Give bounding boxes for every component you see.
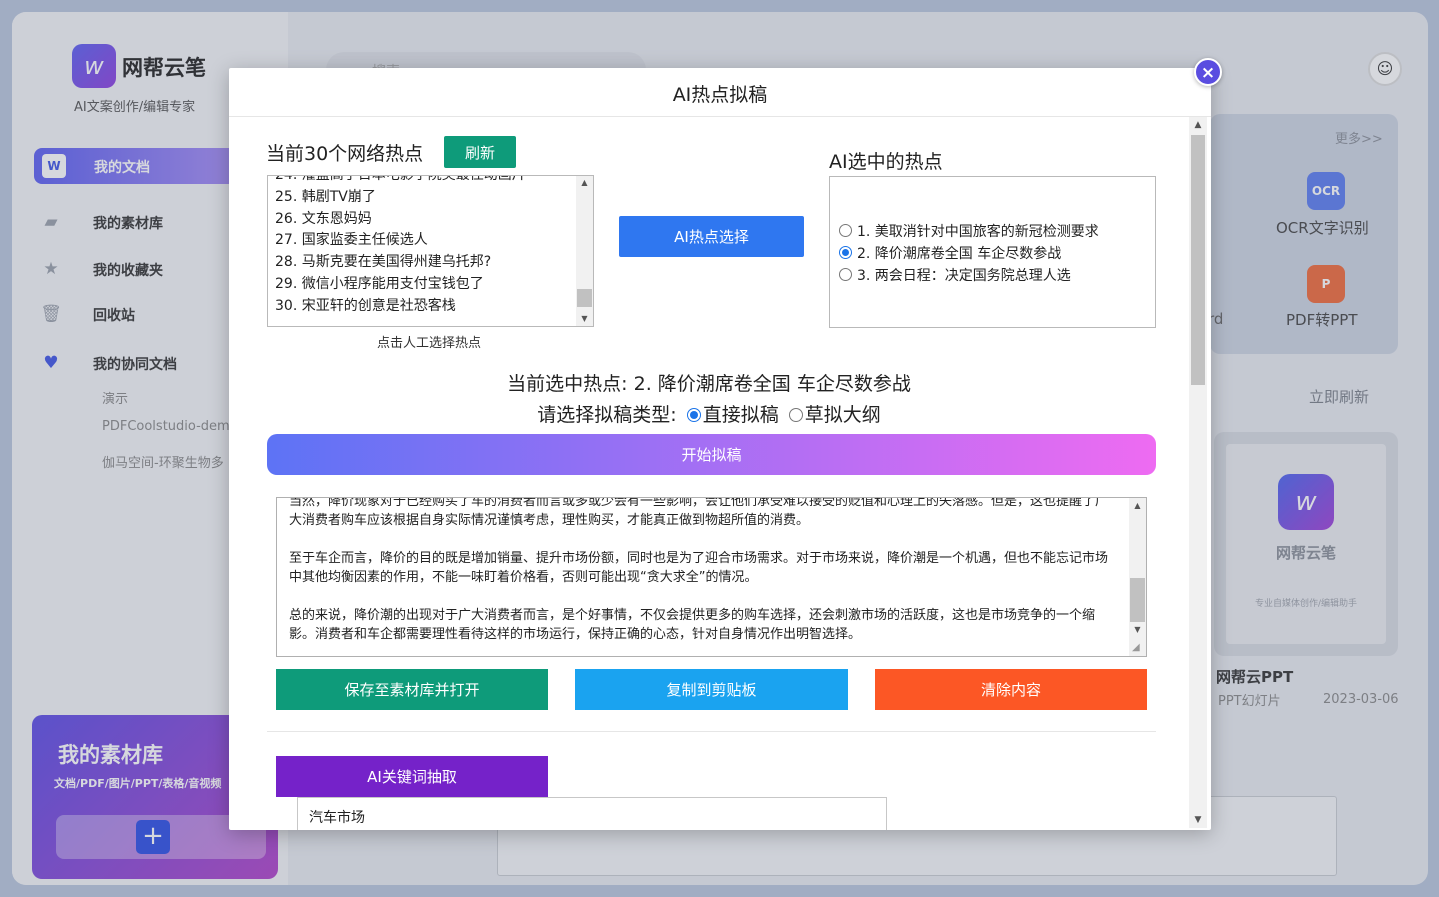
- scroll-up-icon[interactable]: ▲: [576, 176, 593, 190]
- radio-button[interactable]: [839, 224, 852, 237]
- scroll-down-icon[interactable]: ▼: [1189, 812, 1207, 828]
- list-item[interactable]: 26. 文东恩妈妈: [275, 209, 526, 231]
- keyword-output[interactable]: 汽车市场: [297, 797, 887, 830]
- ai-keyword-extract-button[interactable]: AI关键词抽取: [276, 756, 548, 797]
- keyword-value: 汽车市场: [309, 810, 365, 826]
- list-item[interactable]: 24. 灌篮高手日本电影学院奖最佳动画片: [275, 176, 526, 187]
- textarea-scrollbar[interactable]: ▲ ▼: [1129, 498, 1146, 656]
- draft-type-row: 请选择拟稿类型: 直接拟稿 草拟大纲: [229, 400, 1189, 427]
- scroll-up-icon[interactable]: ▲: [1189, 117, 1207, 133]
- refresh-button[interactable]: 刷新: [444, 136, 516, 168]
- output-paragraph: 当然，降价现象对于已经购买了车的消费者而言或多或少会有一些影响，会让他们承受难以…: [289, 497, 1109, 528]
- list-item[interactable]: 25. 韩剧TV崩了: [275, 187, 526, 209]
- dialog-scrollbar[interactable]: ▲ ▼: [1189, 117, 1207, 828]
- resize-handle-icon[interactable]: ◢: [1132, 642, 1144, 654]
- start-draft-button[interactable]: 开始拟稿: [267, 434, 1156, 475]
- scrollbar-thumb[interactable]: [577, 289, 592, 307]
- scroll-down-icon[interactable]: ▼: [1129, 622, 1146, 638]
- clear-content-button[interactable]: 清除内容: [875, 669, 1147, 710]
- radio-button[interactable]: [839, 268, 852, 281]
- radio-button[interactable]: [839, 246, 852, 259]
- current-hot-topic: 当前选中热点: 2. 降价潮席卷全国 车企尽数参战: [507, 373, 911, 395]
- draft-type-label: 请选择拟稿类型:: [537, 404, 677, 426]
- ai-selected-heading: AI选中的热点: [829, 151, 943, 173]
- output-paragraph: 至于车企而言，降价的目的既是增加销量、提升市场份额，同时也是为了迎合市场需求。对…: [289, 551, 1109, 585]
- ai-hot-draft-dialog: AI热点拟稿 当前30个网络热点 刷新 24. 灌篮高手日本电影学院奖最佳动画片…: [229, 68, 1211, 830]
- hot-topics-list[interactable]: 24. 灌篮高手日本电影学院奖最佳动画片 25. 韩剧TV崩了 26. 文东恩妈…: [267, 175, 594, 327]
- manual-select-hint: 点击人工选择热点: [377, 336, 482, 351]
- ai-selected-box: 1. 美取消针对中国旅客的新冠检测要求 2. 降价潮席卷全国 车企尽数参战 3.…: [829, 176, 1156, 328]
- dialog-content: 当前30个网络热点 刷新 24. 灌篮高手日本电影学院奖最佳动画片 25. 韩剧…: [229, 117, 1189, 830]
- scroll-up-icon[interactable]: ▲: [1129, 498, 1146, 514]
- save-to-materials-button[interactable]: 保存至素材库并打开: [276, 669, 548, 710]
- close-icon[interactable]: ×: [1194, 58, 1222, 86]
- list-item[interactable]: 30. 宋亚轩的创意是社恐客栈: [275, 296, 526, 318]
- output-paragraph: 总的来说，降价潮的出现对于广大消费者而言，是个好事情，不仅会提供更多的购车选择，…: [289, 608, 1096, 642]
- list-scrollbar[interactable]: ▲ ▼: [576, 176, 593, 326]
- scrollbar-thumb[interactable]: [1130, 578, 1145, 622]
- option-label: 2. 降价潮席卷全国 车企尽数参战: [857, 246, 1062, 262]
- list-item[interactable]: 27. 国家监委主任候选人: [275, 230, 526, 252]
- ai-option-2[interactable]: 2. 降价潮席卷全国 车企尽数参战: [839, 243, 1061, 263]
- ai-hot-select-button[interactable]: AI热点选择: [619, 216, 804, 257]
- radio-outline[interactable]: [788, 408, 803, 422]
- list-item[interactable]: 29. 微信小程序能用支付宝钱包了: [275, 274, 526, 296]
- hot-topics-heading: 当前30个网络热点: [266, 143, 424, 165]
- radio-direct-draft[interactable]: [686, 408, 701, 422]
- copy-to-clipboard-button[interactable]: 复制到剪贴板: [575, 669, 848, 710]
- draft-output-textarea[interactable]: 当然，降价现象对于已经购买了车的消费者而言或多或少会有一些影响，会让他们承受难以…: [276, 497, 1147, 657]
- list-item[interactable]: 28. 马斯克要在美国得州建乌托邦?: [275, 252, 526, 274]
- draft-outline-label[interactable]: 草拟大纲: [805, 404, 881, 426]
- draft-direct-label[interactable]: 直接拟稿: [703, 404, 779, 426]
- section-divider: [267, 731, 1156, 732]
- dialog-title: AI热点拟稿: [672, 84, 768, 106]
- scrollbar-thumb[interactable]: [1191, 135, 1205, 385]
- scroll-down-icon[interactable]: ▼: [576, 312, 593, 326]
- ai-option-3[interactable]: 3. 两会日程：决定国务院总理人选: [839, 265, 1071, 285]
- ai-option-1[interactable]: 1. 美取消针对中国旅客的新冠检测要求: [839, 221, 1099, 241]
- option-label: 1. 美取消针对中国旅客的新冠检测要求: [857, 224, 1099, 240]
- option-label: 3. 两会日程：决定国务院总理人选: [857, 268, 1071, 284]
